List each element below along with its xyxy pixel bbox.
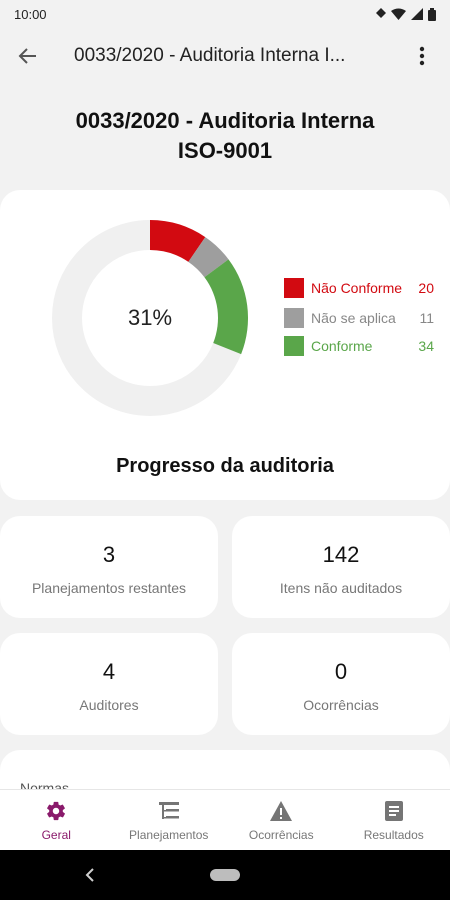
more-vert-icon [419, 46, 425, 66]
stat-value: 3 [102, 542, 116, 567]
legend-value: 34 [418, 338, 434, 354]
stat-label: Auditores [79, 697, 139, 713]
wifi-icon [391, 8, 406, 20]
status-icons [376, 7, 436, 21]
more-options-button[interactable] [406, 40, 438, 72]
battery-icon [428, 7, 436, 21]
nav-label: Ocorrências [248, 828, 314, 842]
list-tree-icon [158, 802, 179, 819]
page-title-line-2: ISO-9001 [177, 138, 273, 163]
stat-card-ocorrencias: 0 Ocorrências [232, 633, 450, 735]
warning-icon [270, 801, 293, 821]
stat-label: Planejamentos restantes [31, 580, 187, 596]
legend-label: Não Conforme [311, 280, 403, 296]
nav-item-resultados[interactable]: Resultados [338, 790, 450, 850]
cellular-icon [411, 8, 423, 20]
stat-label: Itens não auditados [279, 580, 403, 596]
nav-label: Resultados [363, 828, 424, 842]
legend-label: Conforme [311, 338, 373, 354]
nav-item-planejamentos[interactable]: Planejamentos [113, 790, 226, 850]
stat-value: 142 [322, 542, 360, 567]
stat-label: Ocorrências [303, 697, 379, 713]
page-title: 0033/2020 - Auditoria Interna ISO-9001 [0, 106, 450, 166]
legend-item-conforme: Conforme 34 [284, 336, 434, 356]
stat-card-itens-nao-auditados: 142 Itens não auditados [232, 516, 450, 618]
legend-swatch [284, 278, 304, 298]
bottom-nav: Geral Planejamentos Ocorrências Resultad… [0, 789, 450, 850]
status-bar: 10:00 [0, 0, 450, 28]
legend-swatch [284, 336, 304, 356]
app-bar-title: 0033/2020 - Auditoria Interna I... [74, 45, 346, 66]
nav-label: Geral [41, 828, 71, 842]
system-home-pill[interactable] [210, 869, 240, 881]
nav-item-geral[interactable]: Geral [0, 790, 113, 850]
signal-icon [376, 8, 386, 18]
arrow-back-icon [18, 48, 36, 64]
legend-value: 20 [418, 280, 434, 296]
progress-label: Progresso da auditoria [116, 455, 334, 477]
back-button[interactable] [12, 40, 44, 72]
progress-donut: 31% [52, 220, 248, 416]
page-title-line-1: 0033/2020 - Auditoria Interna [75, 108, 375, 133]
status-time: 10:00 [14, 6, 47, 22]
legend-item-nao-conforme: Não Conforme 20 [284, 278, 434, 298]
stat-card-planejamentos-restantes: 3 Planejamentos restantes [0, 516, 218, 618]
legend-value: 11 [419, 310, 434, 326]
stat-value: 0 [334, 659, 348, 684]
progress-percent: 31% [127, 305, 173, 330]
gear-icon [47, 801, 66, 821]
nav-label: Planejamentos [129, 828, 209, 842]
legend-label: Não se aplica [311, 310, 396, 326]
stat-value: 4 [102, 659, 116, 684]
system-nav-bar [0, 850, 450, 900]
stat-card-auditores: 4 Auditores [0, 633, 218, 735]
app-bar: 0033/2020 - Auditoria Interna I... [0, 32, 450, 80]
nav-item-ocorrencias[interactable]: Ocorrências [225, 790, 338, 850]
report-icon [384, 801, 403, 821]
legend-swatch [284, 308, 304, 328]
legend-item-nao-se-aplica: Não se aplica 11 [284, 308, 434, 328]
system-back-icon[interactable] [84, 866, 96, 884]
